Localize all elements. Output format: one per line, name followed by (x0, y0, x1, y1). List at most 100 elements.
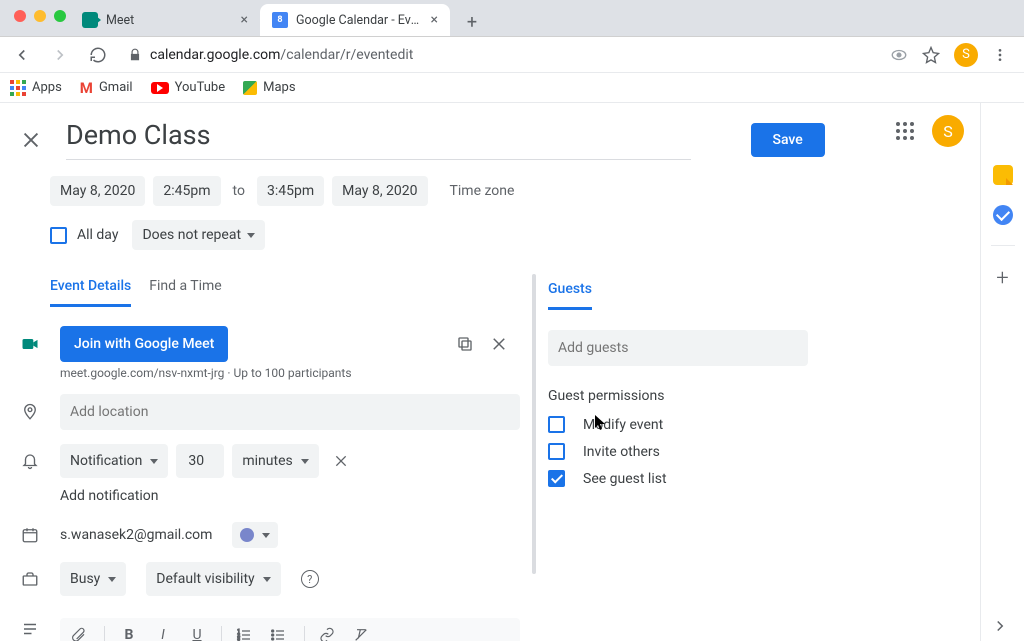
invite-others-checkbox[interactable] (548, 443, 565, 460)
bookmark-youtube[interactable]: YouTube (151, 80, 226, 95)
all-day-checkbox[interactable] (50, 227, 67, 244)
description-toolbar: B I U 123 (60, 618, 520, 641)
availability-select[interactable]: Busy (60, 562, 126, 596)
start-time-chip[interactable]: 2:45pm (153, 176, 220, 206)
see-guest-list-checkbox[interactable] (548, 470, 565, 487)
guest-permissions-title: Guest permissions (548, 388, 960, 404)
bookmark-label: Apps (32, 80, 62, 95)
remove-notification-button[interactable] (333, 453, 349, 469)
bullet-list-button[interactable] (270, 627, 290, 641)
rail-divider (991, 245, 1015, 246)
color-swatch (240, 528, 254, 542)
close-icon[interactable]: × (241, 12, 248, 28)
calendar-color-select[interactable] (232, 522, 278, 548)
add-notification-link[interactable]: Add notification (60, 488, 520, 504)
calendar-email: s.wanasek2@gmail.com (60, 527, 212, 543)
maps-icon (243, 81, 257, 95)
notification-value-input[interactable] (176, 444, 224, 478)
account-avatar[interactable]: S (932, 115, 964, 147)
recurrence-select[interactable]: Does not repeat (132, 220, 265, 250)
underline-button[interactable]: U (187, 627, 207, 641)
address-bar[interactable]: calendar.google.com/calendar/r/eventedit (122, 47, 880, 63)
bold-button[interactable]: B (119, 627, 139, 641)
calendar-icon: 8 (272, 12, 288, 28)
tasks-icon[interactable] (993, 205, 1013, 225)
end-time-chip[interactable]: 3:45pm (257, 176, 324, 206)
join-meet-button[interactable]: Join with Google Meet (60, 326, 228, 362)
description-box: B I U 123 (60, 618, 520, 641)
chevron-down-icon (247, 233, 255, 238)
profile-avatar[interactable]: S (954, 43, 978, 67)
gmail-icon: M (80, 79, 93, 97)
location-icon (20, 403, 40, 421)
link-button[interactable] (319, 627, 339, 641)
column-divider (532, 274, 536, 574)
lock-icon (128, 48, 142, 62)
notification-type-select[interactable]: Notification (60, 444, 168, 478)
collapse-panel-button[interactable] (991, 617, 1009, 635)
notification-unit-select[interactable]: minutes (232, 444, 318, 478)
back-button[interactable] (8, 41, 36, 69)
tab-event-details[interactable]: Event Details (50, 278, 131, 307)
bookmarks-bar: Apps M Gmail YouTube Maps (0, 73, 1024, 103)
close-icon[interactable]: × (431, 12, 438, 28)
event-title-input[interactable]: Demo Class (66, 119, 691, 160)
browser-menu-icon[interactable] (992, 47, 1008, 63)
eye-icon[interactable] (890, 46, 908, 64)
star-icon[interactable] (922, 46, 940, 64)
svg-text:3: 3 (237, 636, 240, 641)
meet-subtext: meet.google.com/nsv-nxmt-jrg · Up to 100… (60, 366, 520, 380)
description-icon (20, 620, 40, 638)
to-label: to (229, 183, 249, 199)
visibility-select[interactable]: Default visibility (146, 562, 280, 596)
select-label: Default visibility (156, 571, 254, 587)
apps-icon (10, 80, 26, 96)
calendar-app: S Demo Class Save May 8, 2020 2:45pm to … (0, 103, 1024, 641)
window-controls (0, 0, 80, 30)
attach-icon[interactable] (70, 627, 90, 641)
browser-tab-meet[interactable]: Meet × (70, 4, 260, 36)
browser-tab-calendar[interactable]: 8 Google Calendar - Event details × (260, 4, 450, 36)
end-date-chip[interactable]: May 8, 2020 (332, 176, 427, 206)
save-button[interactable]: Save (751, 123, 825, 157)
tab-guests[interactable]: Guests (548, 281, 592, 310)
chevron-down-icon (301, 459, 309, 464)
bookmark-gmail[interactable]: M Gmail (80, 79, 133, 97)
chevron-down-icon (108, 577, 116, 582)
google-apps-icon[interactable] (896, 122, 914, 140)
notification-icon (20, 452, 40, 470)
forward-button[interactable] (46, 41, 74, 69)
new-tab-button[interactable]: + (458, 8, 486, 36)
select-label: Busy (70, 571, 100, 587)
close-event-button[interactable] (20, 129, 42, 151)
start-date-chip[interactable]: May 8, 2020 (50, 176, 145, 206)
reload-button[interactable] (84, 41, 112, 69)
modify-event-checkbox[interactable] (548, 416, 565, 433)
add-addon-button[interactable]: + (996, 266, 1008, 291)
help-icon[interactable]: ? (301, 570, 319, 588)
bookmark-label: Gmail (99, 80, 133, 95)
timezone-link[interactable]: Time zone (450, 183, 515, 199)
bookmark-label: Maps (263, 80, 295, 95)
keep-icon[interactable] (993, 165, 1013, 185)
briefcase-icon (20, 570, 40, 588)
window-close[interactable] (14, 10, 26, 22)
bookmark-label: YouTube (175, 80, 226, 95)
tab-find-a-time[interactable]: Find a Time (149, 278, 222, 307)
add-guests-input[interactable] (548, 330, 808, 366)
all-day-label: All day (77, 227, 118, 243)
bookmark-apps[interactable]: Apps (10, 80, 62, 96)
chevron-down-icon (263, 577, 271, 582)
remove-meet-icon[interactable] (490, 335, 508, 353)
window-maximize[interactable] (54, 10, 66, 22)
clear-formatting-button[interactable] (353, 627, 373, 641)
browser-chrome: Meet × 8 Google Calendar - Event details… (0, 0, 1024, 37)
chevron-down-icon (150, 459, 158, 464)
copy-icon[interactable] (456, 335, 474, 353)
numbered-list-button[interactable]: 123 (236, 627, 256, 641)
window-minimize[interactable] (34, 10, 46, 22)
meet-icon (20, 334, 40, 354)
location-input[interactable] (60, 394, 520, 430)
bookmark-maps[interactable]: Maps (243, 80, 295, 95)
italic-button[interactable]: I (153, 627, 173, 641)
